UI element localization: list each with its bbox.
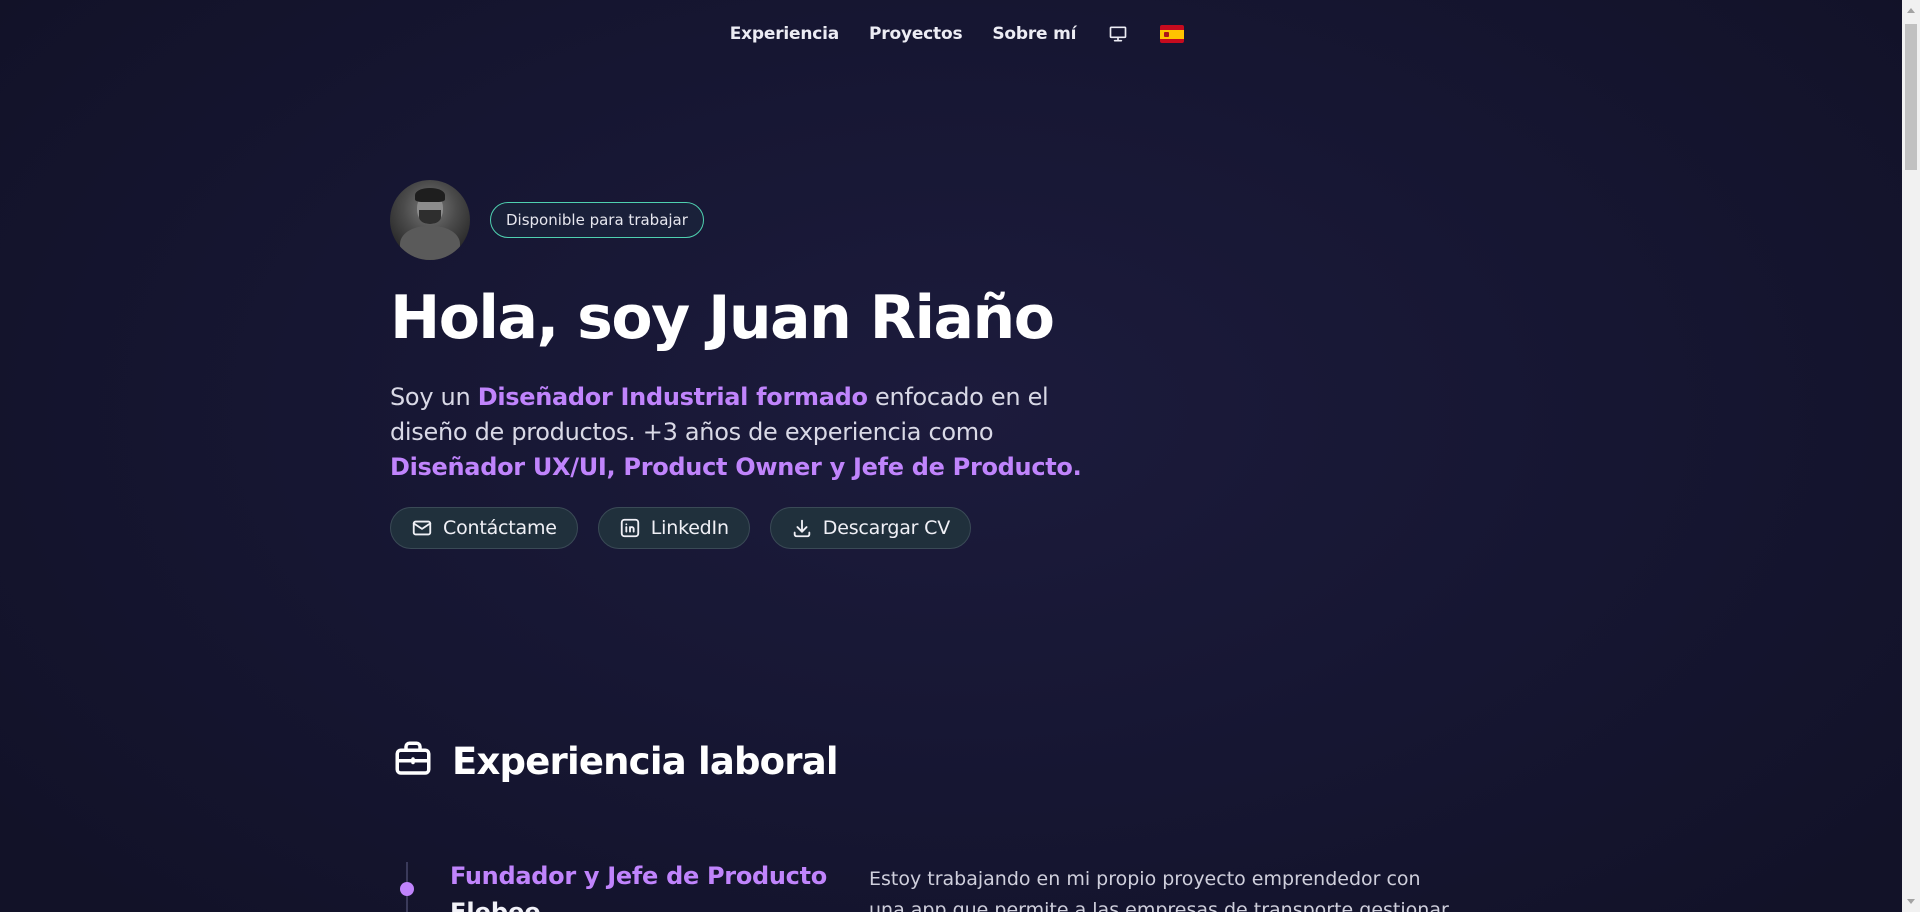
experience-header: Experiencia laboral: [392, 738, 839, 784]
scrollbar[interactable]: [1902, 0, 1920, 912]
job-title: Fundador y Jefe de Producto: [450, 862, 827, 890]
spain-flag-icon[interactable]: [1160, 22, 1185, 46]
scroll-up-icon[interactable]: [1907, 8, 1915, 13]
intro-highlight-1: Diseñador Industrial formado: [477, 383, 868, 411]
mail-icon: [411, 517, 433, 539]
linkedin-label: LinkedIn: [650, 517, 729, 539]
avatar: [390, 180, 470, 260]
intro-text-1: Soy un: [390, 383, 478, 411]
top-navigation: Experiencia Proyectos Sobre mí: [0, 14, 1902, 54]
experience-title: Experiencia laboral: [452, 739, 839, 783]
contact-label: Contáctame: [443, 517, 557, 539]
download-icon: [791, 517, 813, 539]
download-cv-button[interactable]: Descargar CV: [769, 507, 972, 549]
nav-items: Experiencia Proyectos Sobre mí: [718, 22, 1185, 46]
hero-intro: Soy un Diseñador Industrial formado enfo…: [390, 380, 1110, 485]
intro-highlight-2: Diseñador UX/UI, Product Owner y Jefe de…: [390, 453, 1082, 481]
nav-link-experiencia[interactable]: Experiencia: [730, 24, 839, 44]
scroll-down-icon[interactable]: [1907, 899, 1915, 904]
job-description: Estoy trabajando en mi propio proyecto e…: [869, 868, 1449, 912]
scrollbar-thumb[interactable]: [1905, 24, 1917, 170]
monitor-icon[interactable]: [1106, 22, 1130, 46]
linkedin-button[interactable]: LinkedIn: [597, 507, 750, 549]
page: Experiencia Proyectos Sobre mí Disponibl…: [0, 0, 1902, 912]
briefcase-icon: [392, 738, 434, 784]
nav-link-proyectos[interactable]: Proyectos: [869, 24, 963, 44]
hero-header: Disponible para trabajar: [390, 180, 1110, 260]
linkedin-icon: [619, 517, 641, 539]
hero-section: Disponible para trabajar Hola, soy Juan …: [390, 180, 1110, 549]
availability-badge: Disponible para trabajar: [490, 202, 704, 238]
job-company: Flebee: [450, 898, 541, 912]
nav-link-sobre-mi[interactable]: Sobre mí: [992, 24, 1076, 44]
contact-button[interactable]: Contáctame: [390, 507, 578, 549]
download-cv-label: Descargar CV: [822, 517, 951, 539]
timeline-dot: [400, 882, 414, 896]
hero-actions: Contáctame LinkedIn Descargar CV: [390, 507, 1110, 549]
hero-title: Hola, soy Juan Riaño: [390, 283, 1055, 353]
language-flag: [1160, 25, 1185, 43]
